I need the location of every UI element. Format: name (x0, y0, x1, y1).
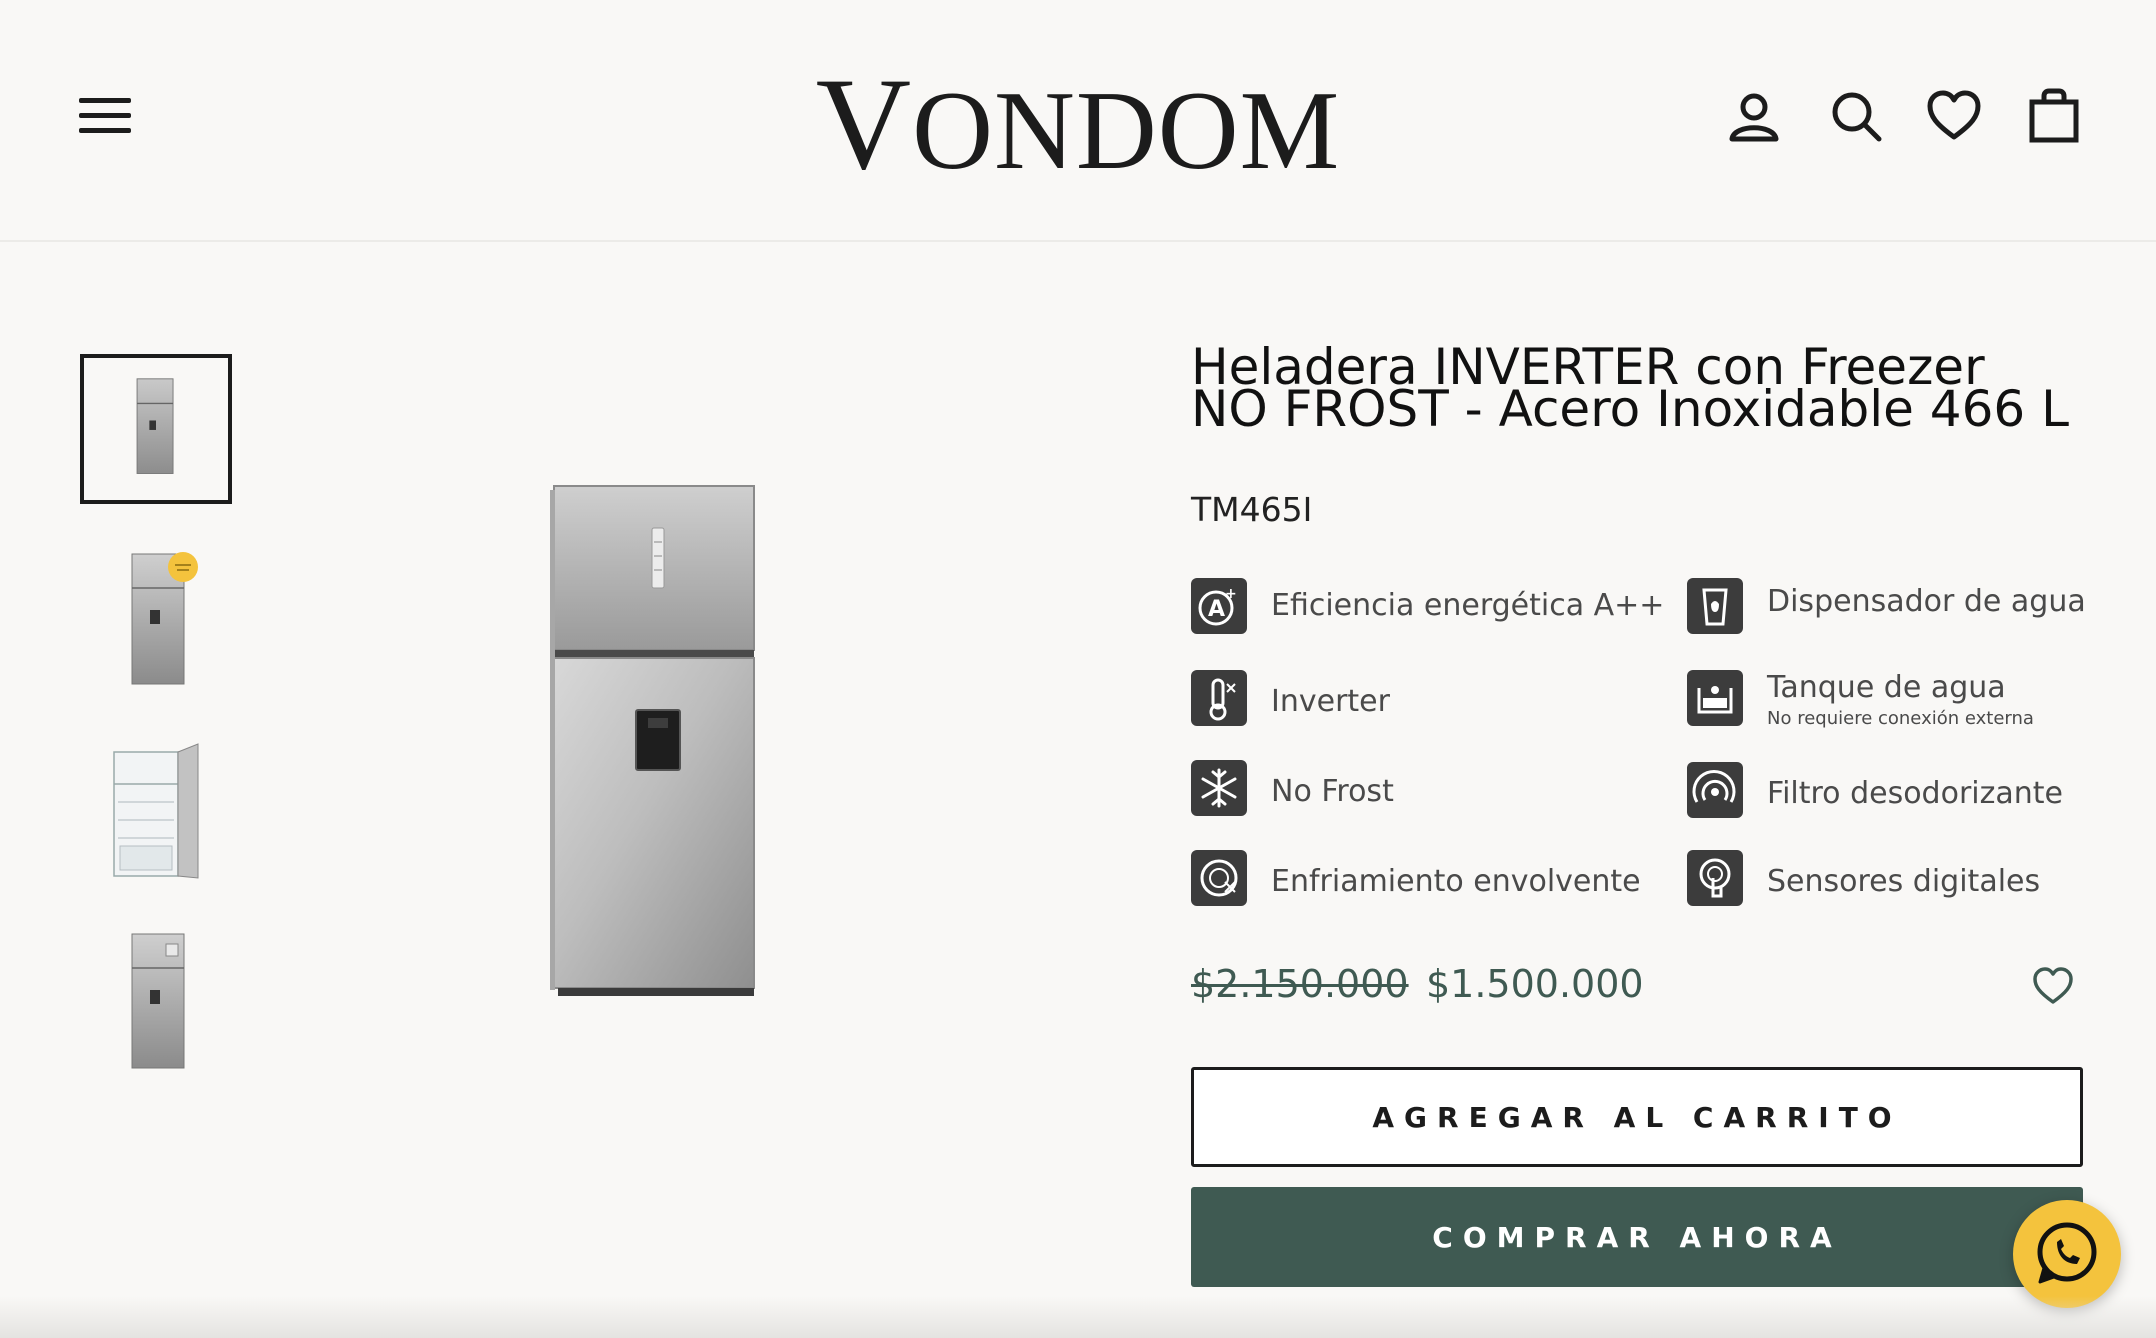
feature-label: Enfriamiento envolvente (1271, 864, 1641, 899)
svg-text:+: + (1225, 586, 1237, 602)
shopping-bag-icon[interactable] (2026, 88, 2082, 144)
feature-label: Dispensador de agua (1767, 584, 2086, 619)
svg-text:A: A (1208, 597, 1225, 622)
feature-label: Eficiencia energética A++ (1271, 588, 1665, 623)
product-main-image[interactable] (548, 482, 774, 1006)
feature-digital-sensors: Sensores digitales (1687, 850, 2087, 910)
feature-energy-efficiency: A + Eficiencia energética A++ (1191, 578, 1665, 638)
water-tank-icon (1687, 670, 1743, 726)
water-dispenser-icon (1687, 578, 1743, 634)
feature-label: Inverter (1271, 684, 1390, 719)
energy-efficiency-icon: A + (1191, 578, 1247, 634)
site-header: VONDOM (0, 0, 2156, 242)
original-price: $2.150.000 (1191, 962, 1409, 1006)
logo-text: ONDOM (912, 69, 1341, 193)
search-icon[interactable] (1828, 88, 1884, 144)
heart-icon[interactable] (2032, 966, 2074, 1006)
feature-surround-cooling: Enfriamiento envolvente (1191, 850, 1661, 910)
feature-deodorizing-filter: Filtro desodorizante (1687, 762, 2087, 822)
deodorizing-filter-icon (1687, 762, 1743, 818)
product-title: Heladera INVERTER con Freezer NO FROST -… (1191, 338, 2069, 438)
feature-water-tank: Tanque de agua No requiere conexión exte… (1687, 670, 2087, 740)
thumbnail-fridge-open[interactable] (80, 736, 232, 886)
sale-price: $1.500.000 (1426, 962, 1644, 1006)
feature-label: Sensores digitales (1767, 864, 2041, 899)
feature-inverter: Inverter (1191, 670, 1661, 730)
feature-sublabel: No requiere conexión externa (1767, 708, 2034, 729)
user-icon[interactable] (1726, 88, 1782, 144)
feature-no-frost: No Frost (1191, 760, 1661, 820)
feature-label: Filtro desodorizante (1767, 776, 2063, 811)
logo-initial: V (815, 50, 913, 197)
product-sku: TM465I (1191, 490, 1313, 529)
bottom-fade (0, 1296, 2156, 1338)
thumbnail-fridge-side[interactable] (80, 924, 232, 1074)
add-to-cart-button[interactable]: AGREGAR AL CARRITO (1191, 1067, 2083, 1167)
feature-label: Tanque de agua (1767, 670, 2006, 705)
surround-cooling-icon (1191, 850, 1247, 906)
digital-sensor-icon (1687, 850, 1743, 906)
inverter-thermometer-icon (1191, 670, 1247, 726)
feature-water-dispenser: Dispensador de agua (1687, 578, 2087, 638)
thumbnail-fridge-front-badge[interactable] (80, 542, 232, 692)
feature-label: No Frost (1271, 774, 1394, 809)
heart-icon[interactable] (1926, 88, 1982, 144)
buy-now-button[interactable]: COMPRAR AHORA (1191, 1187, 2083, 1287)
no-frost-icon (1191, 760, 1247, 816)
whatsapp-icon[interactable] (2013, 1200, 2121, 1308)
thumbnail-fridge-front[interactable] (80, 354, 232, 504)
